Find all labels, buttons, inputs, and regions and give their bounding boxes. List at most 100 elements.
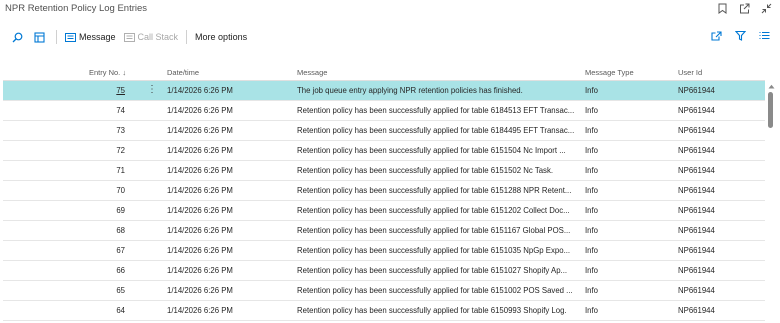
cell-entry-no[interactable]: 65 bbox=[85, 286, 125, 295]
cell-message-type: Info bbox=[585, 266, 599, 275]
cell-message-type: Info bbox=[585, 86, 599, 95]
table-row[interactable]: 69 1/14/2026 6:26 PM Retention policy has … bbox=[3, 201, 765, 221]
cell-entry-no[interactable]: 67 bbox=[85, 246, 125, 255]
cell-user-id: NP661944 bbox=[678, 186, 715, 195]
cell-user-id: NP661944 bbox=[678, 106, 715, 115]
cell-entry-no[interactable]: 68 bbox=[85, 226, 125, 235]
cell-user-id: NP661944 bbox=[678, 206, 715, 215]
call-stack-button-label: Call Stack bbox=[137, 32, 179, 42]
column-header-datetime[interactable]: Date/time bbox=[167, 68, 199, 77]
cell-message: Retention policy has been successfully a… bbox=[297, 266, 568, 275]
cell-message: Retention policy has been successfully a… bbox=[297, 106, 575, 115]
cell-entry-no[interactable]: 70 bbox=[85, 186, 125, 195]
cell-entry-no[interactable]: 75 bbox=[85, 86, 125, 95]
window-actions bbox=[716, 2, 772, 15]
share-icon[interactable] bbox=[710, 29, 722, 42]
grid-body: 75 1/14/2026 6:26 PM The job queue entry a… bbox=[3, 81, 765, 321]
vertical-scrollbar[interactable] bbox=[767, 82, 775, 323]
table-row[interactable]: 70 1/14/2026 6:26 PM Retention policy has … bbox=[3, 181, 765, 201]
cell-message: Retention policy has been successfully a… bbox=[297, 186, 572, 195]
table-row[interactable]: 73 1/14/2026 6:26 PM Retention policy has … bbox=[3, 121, 765, 141]
cell-user-id: NP661944 bbox=[678, 146, 715, 155]
cell-datetime: 1/14/2026 6:26 PM bbox=[167, 306, 233, 315]
message-button-label: Message bbox=[79, 32, 116, 42]
cell-message-type: Info bbox=[585, 286, 599, 295]
cell-user-id: NP661944 bbox=[678, 126, 715, 135]
cell-entry-no[interactable]: 73 bbox=[85, 126, 125, 135]
table-row[interactable]: 67 1/14/2026 6:26 PM Retention policy has … bbox=[3, 241, 765, 261]
table-row[interactable]: 74 1/14/2026 6:26 PM Retention policy has … bbox=[3, 101, 765, 121]
column-header-user-id[interactable]: User Id bbox=[678, 68, 702, 77]
collapse-icon[interactable] bbox=[760, 2, 772, 15]
cell-message-type: Info bbox=[585, 146, 599, 155]
action-bar: Message Call Stack More options bbox=[0, 27, 780, 47]
show-as-list-icon[interactable] bbox=[30, 28, 52, 46]
log-entries-grid: Entry No. ↓ Date/time Message Message Ty… bbox=[3, 60, 765, 323]
page-title: NPR Retention Policy Log Entries bbox=[5, 3, 148, 14]
more-options-button[interactable]: More options bbox=[191, 28, 251, 46]
bookmark-icon[interactable] bbox=[716, 2, 728, 15]
call-stack-button[interactable]: Call Stack bbox=[120, 28, 183, 46]
cell-datetime: 1/14/2026 6:26 PM bbox=[167, 246, 233, 255]
scrollbar-thumb[interactable] bbox=[768, 92, 773, 128]
cell-entry-no[interactable]: 64 bbox=[85, 306, 125, 315]
cell-datetime: 1/14/2026 6:26 PM bbox=[167, 106, 233, 115]
cell-message-type: Info bbox=[585, 226, 599, 235]
cell-message-type: Info bbox=[585, 126, 599, 135]
cell-datetime: 1/14/2026 6:26 PM bbox=[167, 286, 233, 295]
cell-entry-no[interactable]: 71 bbox=[85, 166, 125, 175]
cell-datetime: 1/14/2026 6:26 PM bbox=[167, 226, 233, 235]
cell-message-type: Info bbox=[585, 246, 599, 255]
table-row[interactable]: 66 1/14/2026 6:26 PM Retention policy has … bbox=[3, 261, 765, 281]
cell-entry-no[interactable]: 66 bbox=[85, 266, 125, 275]
cell-datetime: 1/14/2026 6:26 PM bbox=[167, 266, 233, 275]
table-row[interactable]: 68 1/14/2026 6:26 PM Retention policy has … bbox=[3, 221, 765, 241]
cell-message-type: Info bbox=[585, 166, 599, 175]
cell-message: The job queue entry applying NPR retenti… bbox=[297, 86, 523, 95]
title-bar: NPR Retention Policy Log Entries bbox=[0, 0, 780, 19]
cell-entry-no[interactable]: 72 bbox=[85, 146, 125, 155]
cell-message: Retention policy has been successfully a… bbox=[297, 306, 567, 315]
table-row[interactable]: 65 1/14/2026 6:26 PM Retention policy has … bbox=[3, 281, 765, 301]
grid-header: Entry No. ↓ Date/time Message Message Ty… bbox=[3, 60, 765, 81]
cell-user-id: NP661944 bbox=[678, 286, 715, 295]
open-new-window-icon[interactable] bbox=[738, 2, 750, 15]
toolbar-divider bbox=[186, 30, 188, 44]
cell-datetime: 1/14/2026 6:26 PM bbox=[167, 146, 233, 155]
cell-user-id: NP661944 bbox=[678, 246, 715, 255]
row-actions-icon[interactable]: ⋮ bbox=[147, 85, 157, 95]
toolbar-divider bbox=[56, 30, 57, 44]
cell-message-type: Info bbox=[585, 106, 599, 115]
cell-user-id: NP661944 bbox=[678, 166, 715, 175]
message-button[interactable]: Message bbox=[61, 28, 120, 46]
cell-user-id: NP661944 bbox=[678, 226, 715, 235]
scroll-up-icon[interactable] bbox=[767, 82, 775, 90]
cell-datetime: 1/14/2026 6:26 PM bbox=[167, 166, 233, 175]
list-view-icon[interactable] bbox=[758, 29, 770, 42]
cell-user-id: NP661944 bbox=[678, 86, 715, 95]
column-header-entry-no[interactable]: Entry No. ↓ bbox=[89, 68, 126, 77]
cell-message: Retention policy has been successfully a… bbox=[297, 126, 575, 135]
cell-message: Retention policy has been successfully a… bbox=[297, 206, 570, 215]
cell-datetime: 1/14/2026 6:26 PM bbox=[167, 206, 233, 215]
cell-user-id: NP661944 bbox=[678, 266, 715, 275]
cell-datetime: 1/14/2026 6:26 PM bbox=[167, 186, 233, 195]
cell-message: Retention policy has been successfully a… bbox=[297, 146, 566, 155]
table-row[interactable]: 71 1/14/2026 6:26 PM Retention policy has … bbox=[3, 161, 765, 181]
cell-entry-no[interactable]: 69 bbox=[85, 206, 125, 215]
table-row[interactable]: 72 1/14/2026 6:26 PM Retention policy has … bbox=[3, 141, 765, 161]
filter-icon[interactable] bbox=[734, 29, 746, 42]
cell-message-type: Info bbox=[585, 186, 599, 195]
column-header-message[interactable]: Message bbox=[297, 68, 327, 77]
cell-message: Retention policy has been successfully a… bbox=[297, 286, 573, 295]
column-header-message-type[interactable]: Message Type bbox=[585, 68, 634, 77]
search-icon[interactable] bbox=[8, 28, 30, 46]
cell-datetime: 1/14/2026 6:26 PM bbox=[167, 86, 233, 95]
cell-message: Retention policy has been successfully a… bbox=[297, 226, 571, 235]
table-row[interactable]: 75 1/14/2026 6:26 PM The job queue entry a… bbox=[3, 81, 765, 101]
message-icon bbox=[65, 32, 76, 42]
table-row[interactable]: 64 1/14/2026 6:26 PM Retention policy has … bbox=[3, 301, 765, 321]
cell-datetime: 1/14/2026 6:26 PM bbox=[167, 126, 233, 135]
cell-entry-no[interactable]: 74 bbox=[85, 106, 125, 115]
call-stack-icon bbox=[123, 32, 135, 42]
